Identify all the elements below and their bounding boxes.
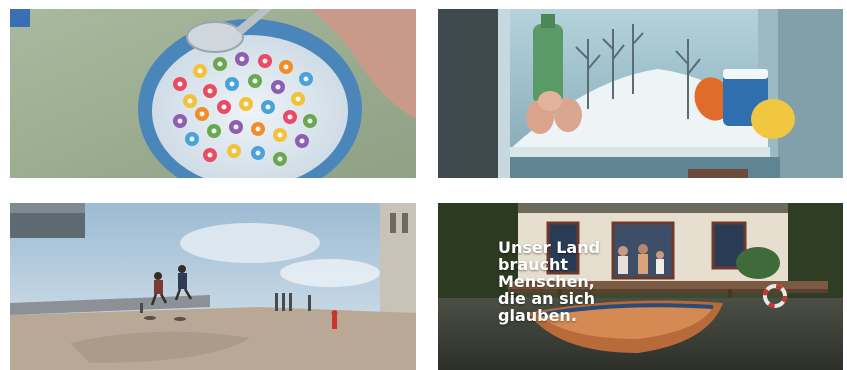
- slogan-line-5: glauben.: [498, 306, 577, 325]
- fridge-winter-image: [438, 9, 843, 178]
- slogan-caption: Unser Land braucht Menschen, die an sich…: [498, 239, 648, 324]
- cereal-bowl-image: [10, 9, 416, 178]
- slogan-line-4: die an sich: [498, 289, 595, 308]
- lake-house-image: Unser Land braucht Menschen, die an sich…: [438, 203, 843, 370]
- slogan-line-3: Menschen,: [498, 272, 595, 291]
- slogan-line-1: Unser Land: [498, 238, 601, 257]
- street-runners-image: [10, 203, 416, 370]
- slogan-line-2: braucht: [498, 255, 569, 274]
